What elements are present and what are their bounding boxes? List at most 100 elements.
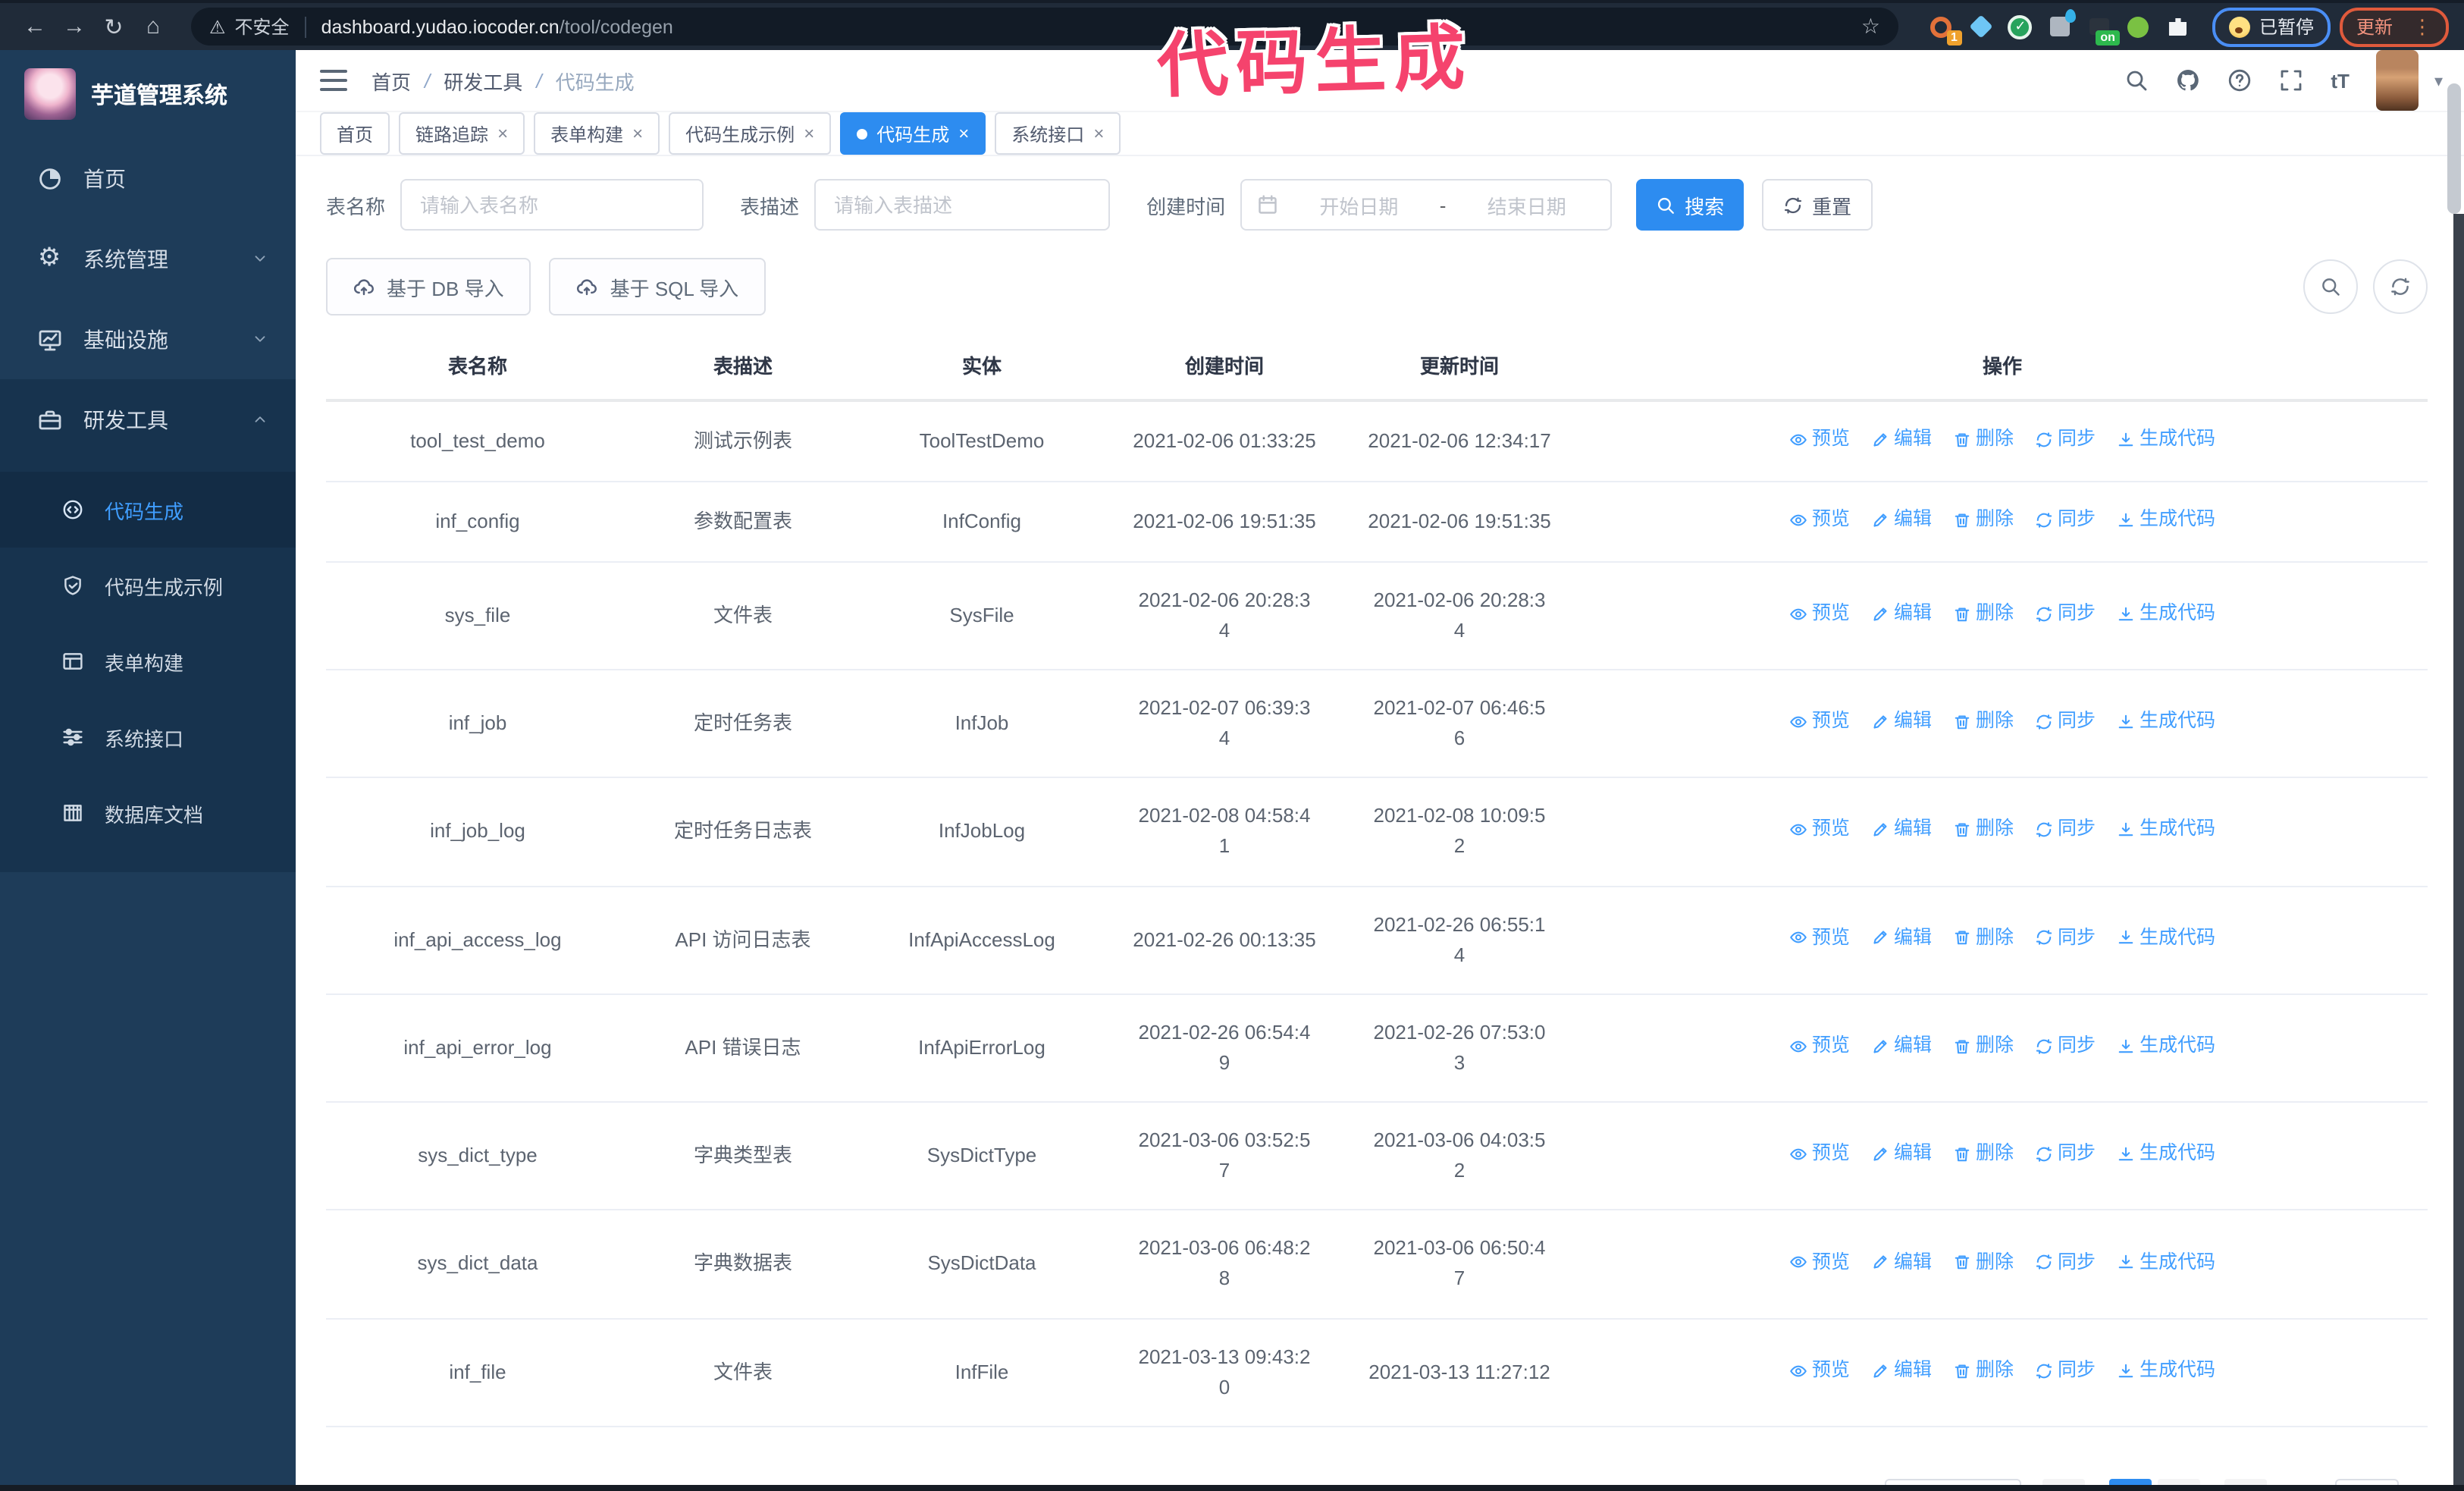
action-preview[interactable]: 预览 <box>1789 1248 1850 1277</box>
action-sync[interactable]: 同步 <box>2035 1140 2096 1169</box>
bookmark-star-icon[interactable]: ☆ <box>1861 14 1880 39</box>
sidebar-item-数据库文档[interactable]: 数据库文档 <box>0 775 296 851</box>
action-generate-code[interactable]: 生成代码 <box>2117 1356 2215 1386</box>
tab-表单构建[interactable]: 表单构建 × <box>534 112 660 155</box>
action-preview[interactable]: 预览 <box>1789 1140 1850 1169</box>
extension-columns-icon[interactable] <box>2047 9 2076 39</box>
action-preview[interactable]: 预览 <box>1789 923 1850 953</box>
action-sync[interactable]: 同步 <box>2035 1031 2096 1061</box>
home-icon[interactable]: ⌂ <box>133 14 173 39</box>
extension-green-icon[interactable] <box>2126 14 2152 39</box>
extension-on-icon[interactable]: on <box>2086 14 2120 46</box>
action-preview[interactable]: 预览 <box>1789 425 1850 454</box>
back-icon[interactable]: ← <box>15 14 55 39</box>
sidebar-item-系统接口[interactable]: 系统接口 <box>0 699 296 775</box>
action-delete[interactable]: 删除 <box>1953 1356 2014 1386</box>
collapse-menu-icon[interactable] <box>320 70 347 91</box>
help-icon[interactable] <box>2227 68 2252 93</box>
action-sync[interactable]: 同步 <box>2035 1248 2096 1277</box>
action-sync[interactable]: 同步 <box>2035 599 2096 629</box>
action-generate-code[interactable]: 生成代码 <box>2117 505 2215 535</box>
tab-链路追踪[interactable]: 链路追踪 × <box>399 112 525 155</box>
action-preview[interactable]: 预览 <box>1789 707 1850 736</box>
tab-代码生成示例[interactable]: 代码生成示例 × <box>669 112 832 155</box>
action-preview[interactable]: 预览 <box>1789 1031 1850 1061</box>
action-generate-code[interactable]: 生成代码 <box>2117 815 2215 845</box>
sidebar-item-首页[interactable]: 首页 <box>0 138 296 218</box>
action-edit[interactable]: 编辑 <box>1871 505 1932 535</box>
update-button[interactable]: 更新 ⋮ <box>2339 7 2449 46</box>
search-icon[interactable] <box>2124 68 2149 93</box>
reset-button[interactable]: 重置 <box>1762 179 1873 231</box>
action-delete[interactable]: 删除 <box>1953 505 2014 535</box>
action-generate-code[interactable]: 生成代码 <box>2117 1140 2215 1169</box>
sidebar-item-代码生成[interactable]: 代码生成 <box>0 472 296 548</box>
action-delete[interactable]: 删除 <box>1953 1140 2014 1169</box>
sidebar-item-代码生成示例[interactable]: 代码生成示例 <box>0 548 296 623</box>
action-edit[interactable]: 编辑 <box>1871 1031 1932 1061</box>
table-name-input[interactable] <box>400 179 704 231</box>
caret-down-icon[interactable]: ▾ <box>2434 71 2443 90</box>
action-delete[interactable]: 删除 <box>1953 923 2014 953</box>
action-delete[interactable]: 删除 <box>1953 425 2014 454</box>
action-generate-code[interactable]: 生成代码 <box>2117 425 2215 454</box>
action-sync[interactable]: 同步 <box>2035 425 2096 454</box>
refresh-table-button[interactable] <box>2373 259 2428 314</box>
action-sync[interactable]: 同步 <box>2035 1356 2096 1386</box>
scrollbar-track[interactable] <box>2453 214 2464 1485</box>
chrome-menu-icon[interactable]: ⋮ <box>2412 14 2432 39</box>
paused-chip[interactable]: 已暂停 <box>2212 7 2331 46</box>
reload-icon[interactable]: ↻ <box>94 13 133 40</box>
action-preview[interactable]: 预览 <box>1789 505 1850 535</box>
close-icon[interactable]: × <box>958 123 969 144</box>
action-generate-code[interactable]: 生成代码 <box>2117 707 2215 736</box>
toggle-search-button[interactable] <box>2303 259 2358 314</box>
date-range-input[interactable]: 开始日期 - 结束日期 <box>1240 179 1613 231</box>
font-size-icon[interactable]: tT <box>2331 69 2350 92</box>
security-badge[interactable]: ⚠ 不安全 <box>209 14 290 39</box>
tab-代码生成[interactable]: 代码生成 × <box>840 112 986 155</box>
action-sync[interactable]: 同步 <box>2035 815 2096 845</box>
close-icon[interactable]: × <box>1093 123 1104 144</box>
breadcrumb-item[interactable]: 研发工具 <box>444 66 522 95</box>
action-edit[interactable]: 编辑 <box>1871 599 1932 629</box>
action-delete[interactable]: 删除 <box>1953 707 2014 736</box>
action-sync[interactable]: 同步 <box>2035 923 2096 953</box>
extension-puzzle-icon[interactable] <box>2165 14 2191 39</box>
db-import-button[interactable]: 基于 DB 导入 <box>326 258 531 315</box>
avatar[interactable] <box>2376 50 2419 111</box>
sidebar-item-基础设施[interactable]: 基础设施 <box>0 299 296 379</box>
close-icon[interactable]: × <box>497 123 508 144</box>
tab-系统接口[interactable]: 系统接口 × <box>995 112 1121 155</box>
close-icon[interactable]: × <box>632 123 643 144</box>
action-sync[interactable]: 同步 <box>2035 707 2096 736</box>
action-generate-code[interactable]: 生成代码 <box>2117 1248 2215 1277</box>
extension-check-icon[interactable]: ✓ <box>2008 14 2033 39</box>
extension-gem-icon[interactable] <box>1968 14 1994 39</box>
action-generate-code[interactable]: 生成代码 <box>2117 923 2215 953</box>
action-delete[interactable]: 删除 <box>1953 1248 2014 1277</box>
action-edit[interactable]: 编辑 <box>1871 923 1932 953</box>
fullscreen-icon[interactable] <box>2279 68 2303 93</box>
action-delete[interactable]: 删除 <box>1953 1031 2014 1061</box>
extension-orange-icon[interactable]: 1 <box>1929 14 1962 46</box>
close-icon[interactable]: × <box>804 123 814 144</box>
action-edit[interactable]: 编辑 <box>1871 1140 1932 1169</box>
github-icon[interactable] <box>2176 68 2200 93</box>
address-bar[interactable]: ⚠ 不安全 dashboard.yudao.iocoder.cn/tool/co… <box>191 8 1898 46</box>
action-sync[interactable]: 同步 <box>2035 505 2096 535</box>
breadcrumb-item[interactable]: 首页 <box>371 66 411 95</box>
action-edit[interactable]: 编辑 <box>1871 815 1932 845</box>
action-delete[interactable]: 删除 <box>1953 815 2014 845</box>
action-preview[interactable]: 预览 <box>1789 1356 1850 1386</box>
action-generate-code[interactable]: 生成代码 <box>2117 1031 2215 1061</box>
search-button[interactable]: 搜索 <box>1636 179 1745 231</box>
sidebar-item-研发工具[interactable]: 研发工具 <box>0 379 296 460</box>
action-edit[interactable]: 编辑 <box>1871 707 1932 736</box>
action-edit[interactable]: 编辑 <box>1871 1356 1932 1386</box>
action-preview[interactable]: 预览 <box>1789 599 1850 629</box>
action-edit[interactable]: 编辑 <box>1871 425 1932 454</box>
sidebar-item-系统管理[interactable]: ⚙ 系统管理 <box>0 218 296 299</box>
tab-首页[interactable]: 首页 <box>320 112 390 155</box>
action-preview[interactable]: 预览 <box>1789 815 1850 845</box>
